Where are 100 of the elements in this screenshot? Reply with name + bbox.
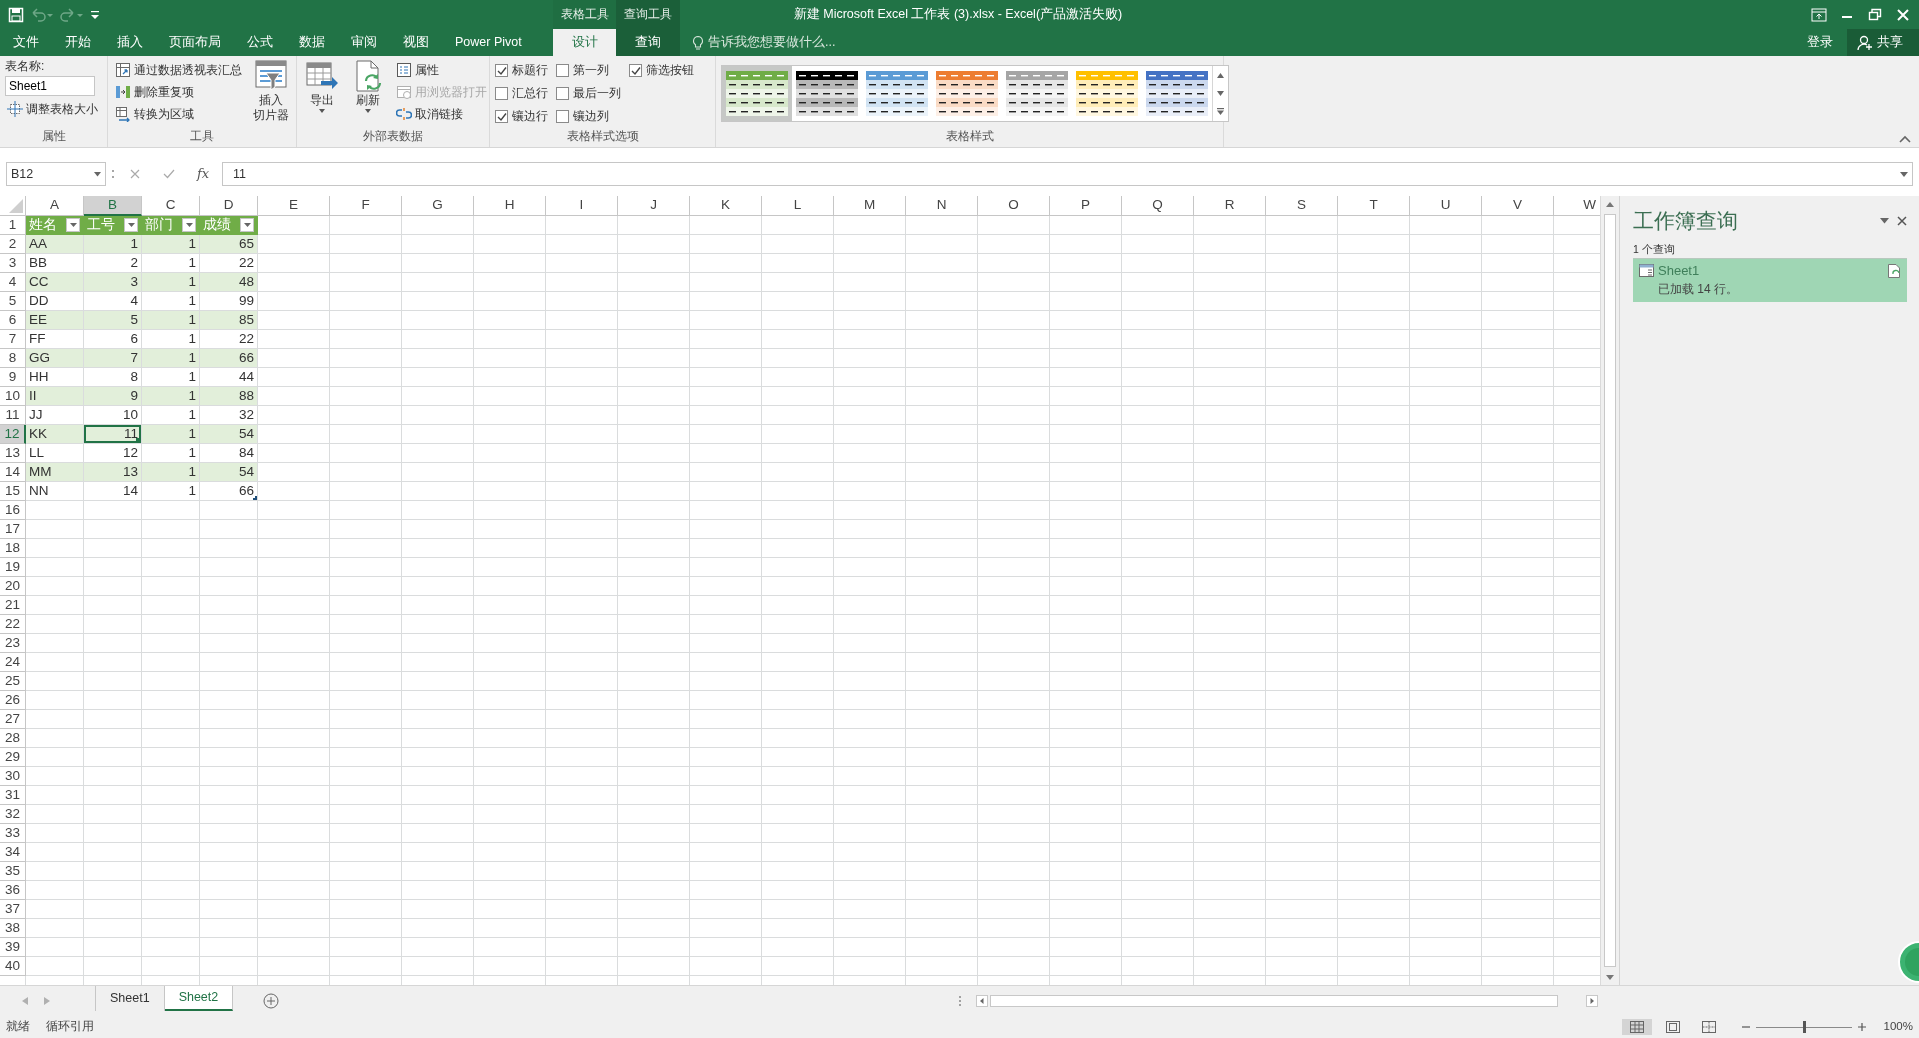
column-header[interactable]: Q bbox=[1122, 196, 1194, 216]
collapse-ribbon-icon[interactable] bbox=[1899, 135, 1911, 143]
row-header[interactable]: 34 bbox=[0, 843, 26, 862]
row-header[interactable]: 33 bbox=[0, 824, 26, 843]
document-refresh-icon[interactable] bbox=[1887, 262, 1901, 279]
ribbon-tab[interactable]: 设计 bbox=[553, 29, 616, 56]
row-header[interactable]: 2 bbox=[0, 235, 26, 254]
row-header[interactable]: 6 bbox=[0, 311, 26, 330]
row-header[interactable]: 36 bbox=[0, 881, 26, 900]
view-button[interactable] bbox=[1621, 1019, 1652, 1035]
checkbox[interactable] bbox=[495, 64, 508, 77]
ribbon-tab[interactable]: 文件 bbox=[0, 29, 52, 56]
row-header[interactable]: 18 bbox=[0, 539, 26, 558]
checkbox[interactable] bbox=[556, 87, 569, 100]
checkbox[interactable] bbox=[629, 64, 642, 77]
row-header[interactable]: 29 bbox=[0, 748, 26, 767]
name-box[interactable]: B12 bbox=[6, 162, 106, 186]
table-name-field[interactable]: Sheet1 bbox=[5, 76, 95, 97]
filter-button[interactable] bbox=[240, 218, 254, 232]
ribbon-tab[interactable]: 页面布局 bbox=[156, 29, 234, 56]
column-header[interactable]: A bbox=[26, 196, 84, 216]
scroll-left-icon[interactable] bbox=[976, 995, 988, 1007]
row-header[interactable]: 28 bbox=[0, 729, 26, 748]
close-icon[interactable] bbox=[1897, 215, 1907, 226]
row-header[interactable]: 32 bbox=[0, 805, 26, 824]
ribbon-tab[interactable]: 审阅 bbox=[338, 29, 390, 56]
sheet-tab[interactable]: Sheet2 bbox=[164, 986, 234, 1011]
ribbon-button[interactable]: 取消链接 bbox=[394, 103, 489, 125]
row-header[interactable]: 20 bbox=[0, 577, 26, 596]
restore-icon[interactable] bbox=[1867, 7, 1883, 22]
row-header[interactable]: 26 bbox=[0, 691, 26, 710]
filter-button[interactable] bbox=[66, 218, 80, 232]
ribbon-button[interactable]: 转换为区域 bbox=[113, 103, 244, 125]
row-header[interactable]: 13 bbox=[0, 444, 26, 463]
scroll-right-icon[interactable] bbox=[1586, 995, 1598, 1007]
ribbon-button[interactable]: 通过数据透视表汇总 bbox=[113, 59, 244, 81]
ribbon-tab[interactable]: 公式 bbox=[234, 29, 286, 56]
column-header[interactable]: J bbox=[618, 196, 690, 216]
zoom-in-icon[interactable] bbox=[1857, 1023, 1866, 1031]
ribbon-button[interactable]: 删除重复项 bbox=[113, 81, 244, 103]
column-header[interactable]: L bbox=[762, 196, 834, 216]
checkbox[interactable] bbox=[556, 64, 569, 77]
column-header[interactable]: V bbox=[1482, 196, 1554, 216]
ribbon-tab[interactable]: 数据 bbox=[286, 29, 338, 56]
ribbon-tab[interactable]: Power Pivot bbox=[442, 29, 535, 56]
check-icon[interactable] bbox=[163, 169, 175, 179]
row-header[interactable]: 23 bbox=[0, 634, 26, 653]
row-header[interactable]: 7 bbox=[0, 330, 26, 349]
row-header[interactable]: 38 bbox=[0, 919, 26, 938]
filter-button[interactable] bbox=[182, 218, 196, 232]
row-header[interactable]: 39 bbox=[0, 938, 26, 957]
zoom-level[interactable]: 100% bbox=[1883, 1020, 1913, 1034]
row-header[interactable]: 37 bbox=[0, 900, 26, 919]
column-header[interactable]: G bbox=[402, 196, 474, 216]
row-header[interactable]: 31 bbox=[0, 786, 26, 805]
table-style-thumbnail[interactable] bbox=[722, 66, 792, 121]
column-header[interactable]: O bbox=[978, 196, 1050, 216]
column-header[interactable]: U bbox=[1410, 196, 1482, 216]
checkbox[interactable] bbox=[495, 87, 508, 100]
row-header[interactable]: 25 bbox=[0, 672, 26, 691]
column-header[interactable]: T bbox=[1338, 196, 1410, 216]
sign-in-link[interactable]: 登录 bbox=[1793, 29, 1847, 56]
tell-me-placeholder[interactable]: 告诉我您想要做什么... bbox=[708, 35, 836, 50]
row-header[interactable]: 1 bbox=[0, 216, 26, 235]
row-header[interactable]: 11 bbox=[0, 406, 26, 425]
row-header[interactable]: 3 bbox=[0, 254, 26, 273]
row-header[interactable]: 19 bbox=[0, 558, 26, 577]
zoom-slider-thumb[interactable] bbox=[1802, 1020, 1806, 1033]
insert-function-button[interactable]: fx bbox=[188, 166, 218, 182]
column-header[interactable]: E bbox=[258, 196, 330, 216]
row-header[interactable]: 35 bbox=[0, 862, 26, 881]
zoom-out-icon[interactable] bbox=[1741, 1023, 1750, 1031]
share-button[interactable]: 共享 bbox=[1847, 29, 1919, 56]
ribbon-button[interactable]: 调整表格大小 bbox=[5, 98, 100, 121]
column-header[interactable]: D bbox=[200, 196, 258, 216]
row-header[interactable]: 10 bbox=[0, 387, 26, 406]
column-header[interactable]: H bbox=[474, 196, 546, 216]
formula-input[interactable]: 11 bbox=[222, 162, 1913, 186]
refresh-button[interactable]: 刷新 bbox=[348, 59, 388, 114]
row-header[interactable]: 22 bbox=[0, 615, 26, 634]
ribbon-tab[interactable]: 插入 bbox=[104, 29, 156, 56]
checkbox[interactable] bbox=[495, 110, 508, 123]
ribbon-display-options-icon[interactable] bbox=[1811, 7, 1827, 22]
row-header[interactable]: 15 bbox=[0, 482, 26, 501]
insert-slicer-button[interactable]: 插入 切片器 bbox=[250, 59, 292, 123]
row-header[interactable]: 30 bbox=[0, 767, 26, 786]
column-header[interactable]: N bbox=[906, 196, 978, 216]
row-header[interactable]: 14 bbox=[0, 463, 26, 482]
column-header[interactable]: K bbox=[690, 196, 762, 216]
row-header[interactable]: 9 bbox=[0, 368, 26, 387]
caret-icon[interactable] bbox=[1880, 217, 1889, 224]
column-header[interactable]: M bbox=[834, 196, 906, 216]
column-header[interactable]: B bbox=[84, 196, 142, 216]
ribbon-tab[interactable]: 查询 bbox=[616, 29, 680, 56]
row-header[interactable]: 17 bbox=[0, 520, 26, 539]
column-header[interactable]: C bbox=[142, 196, 200, 216]
row-header[interactable]: 40 bbox=[0, 957, 26, 976]
row-header[interactable]: 24 bbox=[0, 653, 26, 672]
ribbon-button[interactable]: 属性 bbox=[394, 59, 489, 81]
column-header[interactable]: S bbox=[1266, 196, 1338, 216]
